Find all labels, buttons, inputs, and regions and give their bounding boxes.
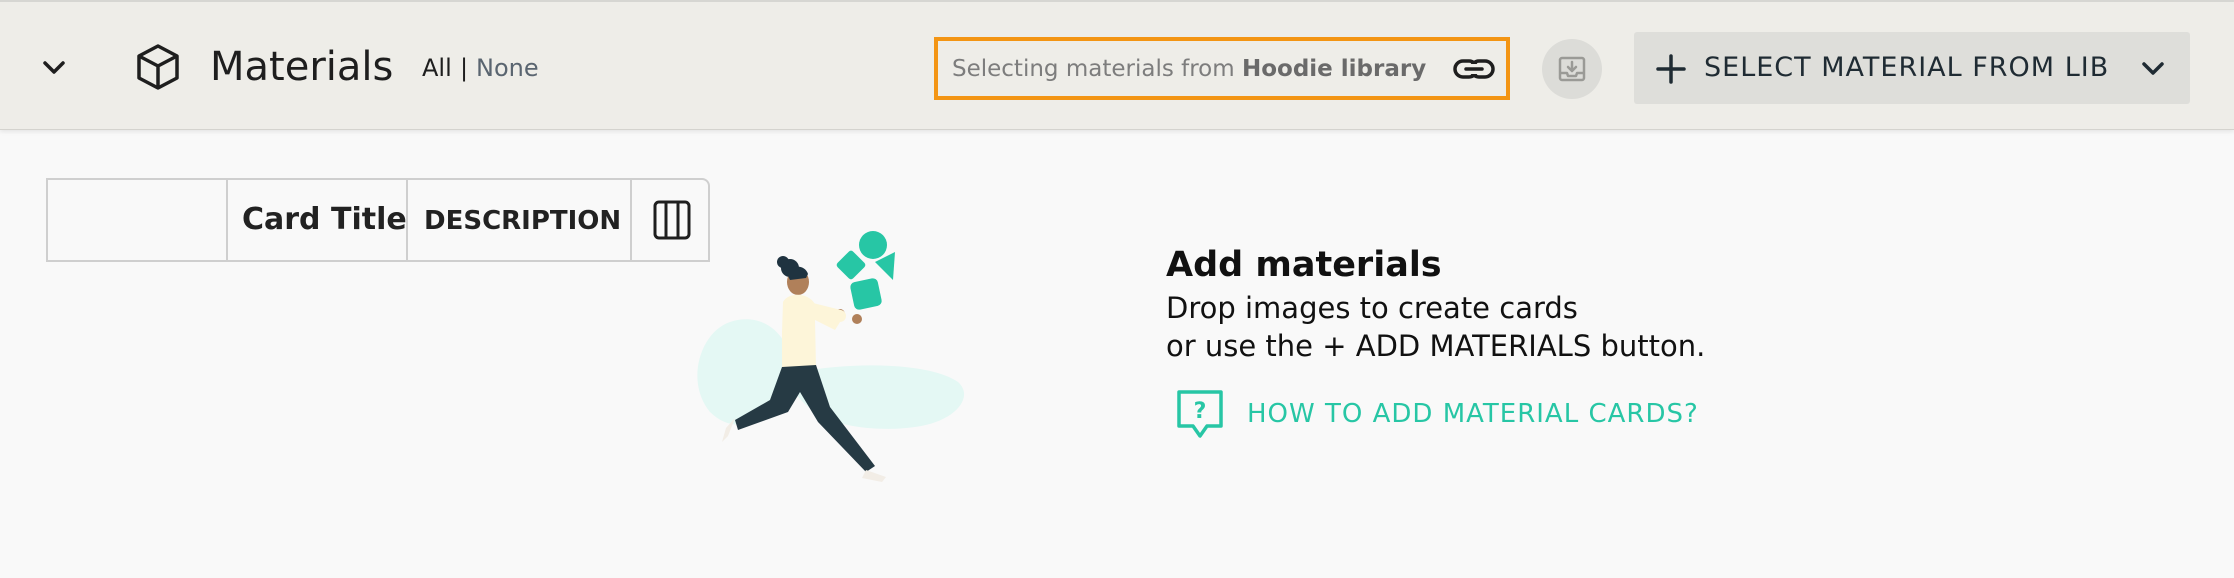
library-source-text: Selecting materials from Hoodie library: [952, 55, 1426, 83]
select-none-link[interactable]: None: [476, 54, 539, 82]
select-all-link[interactable]: All: [422, 54, 452, 82]
materials-table-header: Card Title DESCRIPTION: [46, 178, 710, 262]
download-tray-icon: [1558, 56, 1586, 82]
columns-icon[interactable]: [652, 198, 692, 242]
table-column-description[interactable]: DESCRIPTION: [408, 180, 632, 260]
svg-text:?: ?: [1194, 399, 1207, 424]
empty-state-illustration: [697, 231, 965, 482]
empty-state-instruction-2: or use the + ADD MATERIALS button.: [1166, 329, 1706, 363]
selection-separator: |: [460, 54, 469, 82]
library-name: Hoodie library: [1241, 56, 1427, 82]
column-label-card-title: Card Title: [242, 202, 407, 237]
library-source-indicator: Selecting materials from Hoodie library: [934, 37, 1510, 100]
top-toolbar: Materials All | None Selecting materials…: [0, 0, 2234, 130]
library-prefix: Selecting materials from: [952, 56, 1235, 82]
chevron-down-icon[interactable]: [2138, 54, 2168, 84]
chevron-down-icon: [43, 61, 65, 74]
plus-icon: [1656, 54, 1686, 84]
cube-icon: [137, 44, 179, 90]
how-to-add-material-cards-link[interactable]: HOW TO ADD MATERIAL CARDS?: [1247, 398, 1699, 430]
collapse-button[interactable]: [36, 50, 72, 86]
import-button[interactable]: [1542, 39, 1602, 99]
link-icon[interactable]: [1452, 53, 1496, 85]
table-column-card-title[interactable]: Card Title: [228, 180, 408, 260]
empty-state-instruction-1: Drop images to create cards: [1166, 291, 1578, 325]
page-title: Materials: [210, 44, 394, 90]
question-bubble-icon[interactable]: ?: [1175, 388, 1225, 442]
empty-state-title: Add materials: [1166, 245, 1442, 285]
select-material-label: SELECT MATERIAL FROM LIB: [1704, 52, 2110, 83]
column-label-description: DESCRIPTION: [424, 206, 622, 236]
table-column-select[interactable]: [48, 180, 228, 260]
select-material-from-lib-button[interactable]: SELECT MATERIAL FROM LIB: [1634, 32, 2190, 104]
